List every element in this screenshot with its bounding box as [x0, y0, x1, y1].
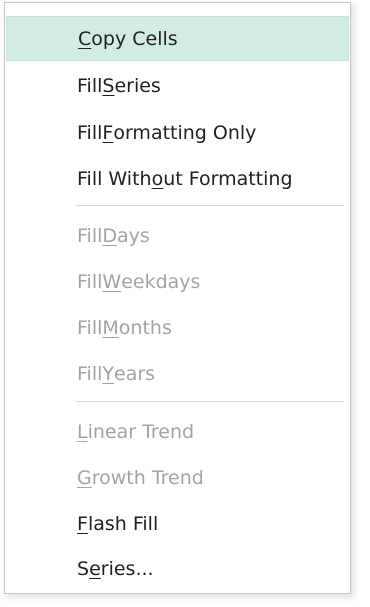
menu-item-label-suffix: inear Trend — [87, 420, 195, 443]
menu-separator — [76, 401, 344, 402]
menu-item-fill-without-formatting[interactable]: Fill With o ut Formatting — [6, 156, 349, 201]
access-key: F — [102, 121, 114, 144]
menu-item-flash-fill[interactable]: Flash Fill — [6, 501, 349, 546]
menu-item-label-prefix: Fill — [77, 224, 103, 247]
menu-item-label-prefix: Fill — [77, 270, 103, 293]
menu-item-label-suffix: ormatting Only — [113, 121, 257, 144]
access-key: S — [102, 74, 115, 97]
access-key: W — [102, 270, 122, 293]
menu-item-label-suffix: opy Cells — [91, 27, 178, 50]
access-key: M — [102, 316, 119, 339]
menu-item-label-prefix: Fill — [77, 121, 103, 144]
menu-item-label-suffix: ears — [114, 362, 156, 385]
menu-item-label-suffix: ries... — [100, 557, 154, 580]
access-key: e — [89, 557, 101, 580]
access-key: L — [77, 420, 88, 443]
menu-item-fill-formatting-only[interactable]: Fill Formatting Only — [6, 110, 349, 155]
menu-item-fill-series[interactable]: Fill Series — [6, 63, 349, 108]
menu-item-label-suffix: ut Formatting — [163, 167, 293, 190]
menu-item-label-prefix: Fill With — [77, 167, 152, 190]
access-key: D — [102, 224, 118, 247]
menu-item-label-prefix: S — [77, 557, 90, 580]
menu-item-growth-trend: Growth Trend — [6, 455, 349, 500]
menu-item-label-suffix: ays — [117, 224, 150, 247]
access-key: o — [151, 167, 164, 190]
menu-item-series[interactable]: Se ries... — [6, 546, 349, 591]
menu-item-fill-weekdays: Fill Weekdays — [6, 259, 349, 304]
menu-item-fill-years: Fill Years — [6, 351, 349, 396]
menu-item-label-prefix: Fill — [77, 362, 103, 385]
access-key: Y — [102, 362, 114, 385]
menu-item-label-suffix: lash Fill — [87, 512, 159, 535]
menu-item-label-prefix: Fill — [77, 74, 103, 97]
menu-item-label-suffix: onths — [118, 316, 172, 339]
access-key: G — [77, 466, 92, 489]
fill-options-menu: Copy Cells Fill Series Fill Formatting O… — [4, 2, 351, 594]
menu-item-label-suffix: eries — [114, 74, 161, 97]
menu-separator — [76, 205, 344, 206]
menu-item-label-prefix: Fill — [77, 316, 103, 339]
menu-item-linear-trend: Linear Trend — [6, 409, 349, 454]
menu-item-fill-months: Fill Months — [6, 305, 349, 350]
menu-item-copy-cells[interactable]: Copy Cells — [6, 16, 349, 61]
menu-item-label-suffix: eekdays — [121, 270, 201, 293]
access-key: F — [77, 512, 88, 535]
access-key: C — [78, 27, 92, 50]
menu-item-label-suffix: rowth Trend — [91, 466, 204, 489]
menu-item-fill-days: Fill Days — [6, 213, 349, 258]
